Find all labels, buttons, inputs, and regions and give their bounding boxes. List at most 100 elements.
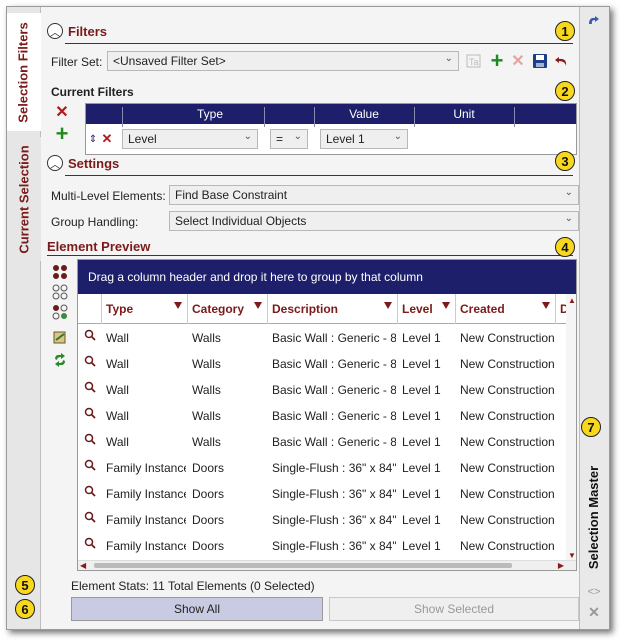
scroll-up-icon[interactable]: ▲: [568, 296, 576, 305]
element-preview-grid: Drag a column header and drop it here to…: [77, 259, 577, 571]
select-all-icon[interactable]: [51, 263, 69, 281]
column-header-description[interactable]: Description: [268, 294, 398, 324]
undo-icon[interactable]: [553, 52, 571, 70]
multi-level-dropdown[interactable]: Find Base Constraint ⌄: [169, 185, 579, 205]
vertical-scrollbar[interactable]: ▲ ▼: [566, 294, 576, 562]
callout-badge-4: 4: [555, 237, 575, 257]
filter-set-dropdown[interactable]: <Unsaved Filter Set> ⌄: [107, 51, 459, 71]
selection-master-window: Selection Filters Current Selection Sele…: [6, 6, 610, 630]
drag-handle-icon[interactable]: ⇕: [88, 130, 98, 148]
show-selected-button[interactable]: Show Selected: [329, 597, 579, 621]
chevron-down-icon: ⌄: [564, 213, 573, 224]
group-handling-dropdown[interactable]: Select Individual Objects ⌄: [169, 211, 579, 231]
zoom-to-element-icon[interactable]: [84, 407, 96, 422]
add-filter-icon[interactable]: +: [53, 121, 71, 146]
collapse-icon[interactable]: ︿: [47, 23, 63, 39]
divider: [65, 43, 573, 44]
save-icon[interactable]: [531, 52, 549, 70]
group-by-bar[interactable]: Drag a column header and drop it here to…: [78, 260, 576, 294]
zoom-to-element-icon[interactable]: [84, 511, 96, 526]
table-row[interactable]: Family Instance Doors Single-Flush : 36" x…: [78, 480, 568, 506]
zoom-to-element-icon[interactable]: [84, 459, 96, 474]
table-row[interactable]: Wall Walls Basic Wall : Generic - 8" Level …: [78, 428, 568, 454]
column-header-created[interactable]: Created: [456, 294, 556, 324]
delete-filter-set-icon[interactable]: ✕: [509, 52, 527, 70]
remove-filter-icon[interactable]: ✕: [53, 103, 71, 121]
table-row[interactable]: Wall Walls Basic Wall : Generic - 8" Level …: [78, 350, 568, 376]
callout-badge-6: 6: [15, 599, 35, 619]
table-row[interactable]: Wall Walls Basic Wall : Generic - 8" Level …: [78, 402, 568, 428]
column-header-level[interactable]: Level: [398, 294, 456, 324]
table-cell: New Construction: [460, 487, 555, 501]
operator-dropdown[interactable]: = ⌄: [270, 129, 308, 149]
table-row[interactable]: Family Instance Doors Single-Flush : 36" x…: [78, 532, 568, 558]
filter-set-label: Filter Set:: [51, 55, 103, 69]
zoom-to-element-icon[interactable]: [84, 485, 96, 500]
scroll-down-icon[interactable]: ▼: [568, 551, 576, 560]
scroll-left-icon[interactable]: ◀: [80, 561, 86, 570]
collapse-icon[interactable]: ︿: [47, 155, 63, 171]
table-cell: Wall: [106, 331, 129, 345]
column-header-unit[interactable]: Unit: [414, 107, 514, 121]
filter-funnel-icon[interactable]: [442, 302, 450, 309]
show-all-button[interactable]: Show All: [71, 597, 323, 621]
column-header-category[interactable]: Category: [188, 294, 268, 324]
tab-current-selection-label: Current Selection: [16, 144, 32, 254]
expand-icon[interactable]: <>: [587, 585, 601, 599]
scroll-right-icon[interactable]: ▶: [558, 561, 564, 570]
filter-funnel-icon[interactable]: [384, 302, 392, 309]
zoom-to-element-icon[interactable]: [84, 355, 96, 370]
invert-selection-icon[interactable]: [51, 303, 69, 321]
table-cell: Doors: [192, 539, 225, 553]
table-cell: Wall: [106, 409, 129, 423]
scroll-thumb[interactable]: [94, 563, 512, 568]
rename-icon[interactable]: Ta: [465, 52, 483, 70]
zoom-to-element-icon[interactable]: [84, 433, 96, 448]
table-cell: Single-Flush : 36" x 84": [272, 487, 396, 501]
table-row[interactable]: Wall Walls Basic Wall : Generic - 8" Level …: [78, 324, 568, 350]
horizontal-scrollbar[interactable]: ◀ ▶: [78, 560, 576, 570]
settings-header[interactable]: ︿ Settings: [47, 155, 119, 171]
current-filters-table: Type Value Unit ⇕ ✕ Level ⌄ = ⌄ Level 1: [85, 103, 577, 155]
filter-funnel-icon[interactable]: [542, 302, 550, 309]
table-row[interactable]: Wall Walls Basic Wall : Generic - 8" Level …: [78, 376, 568, 402]
tab-current-selection[interactable]: Current Selection: [7, 137, 41, 261]
isolate-icon[interactable]: [51, 329, 69, 347]
select-none-icon[interactable]: [51, 283, 69, 301]
table-row[interactable]: Family Instance Doors Single-Flush : 36" x…: [78, 454, 568, 480]
main-panel: ︿ Filters 1 Filter Set: <Unsaved Filter …: [15, 7, 579, 629]
filters-header[interactable]: ︿ Filters: [47, 23, 107, 39]
callout-badge-7: 7: [581, 417, 601, 437]
zoom-to-element-icon[interactable]: [84, 381, 96, 396]
tab-selection-filters[interactable]: Selection Filters: [7, 13, 41, 131]
column-header-type[interactable]: Type: [122, 107, 298, 121]
settings-title: Settings: [68, 155, 120, 171]
table-cell: Doors: [192, 513, 225, 527]
remove-row-icon[interactable]: ✕: [100, 130, 114, 148]
operator-value: =: [276, 132, 284, 146]
column-header-label: Description: [272, 302, 339, 316]
refresh-icon[interactable]: [51, 351, 69, 369]
add-filter-set-icon[interactable]: +: [487, 48, 507, 73]
table-cell: Single-Flush : 36" x 84": [272, 513, 396, 527]
divider: [47, 255, 573, 256]
table-cell: Wall: [106, 435, 129, 449]
table-row[interactable]: Family Instance Doors Single-Flush : 36" x…: [78, 506, 568, 532]
zoom-to-element-icon[interactable]: [84, 329, 96, 344]
filter-funnel-icon[interactable]: [254, 302, 262, 309]
column-header-value[interactable]: Value: [314, 107, 414, 121]
zoom-to-element-icon[interactable]: [84, 537, 96, 552]
pin-icon[interactable]: [585, 13, 603, 31]
filter-funnel-icon[interactable]: [174, 302, 182, 309]
filter-type-dropdown[interactable]: Level ⌄: [122, 129, 258, 149]
table-cell: Level 1: [402, 383, 441, 397]
table-cell: New Construction: [460, 539, 555, 553]
close-icon[interactable]: ✕: [587, 604, 601, 620]
table-cell: Walls: [192, 331, 221, 345]
filter-value-dropdown[interactable]: Level 1 ⌄: [320, 129, 408, 149]
divider: [65, 175, 573, 176]
table-cell: Walls: [192, 409, 221, 423]
column-header-type[interactable]: Type: [102, 294, 188, 324]
column-header-label: Created: [460, 302, 505, 316]
column-header-label: Type: [106, 302, 134, 316]
